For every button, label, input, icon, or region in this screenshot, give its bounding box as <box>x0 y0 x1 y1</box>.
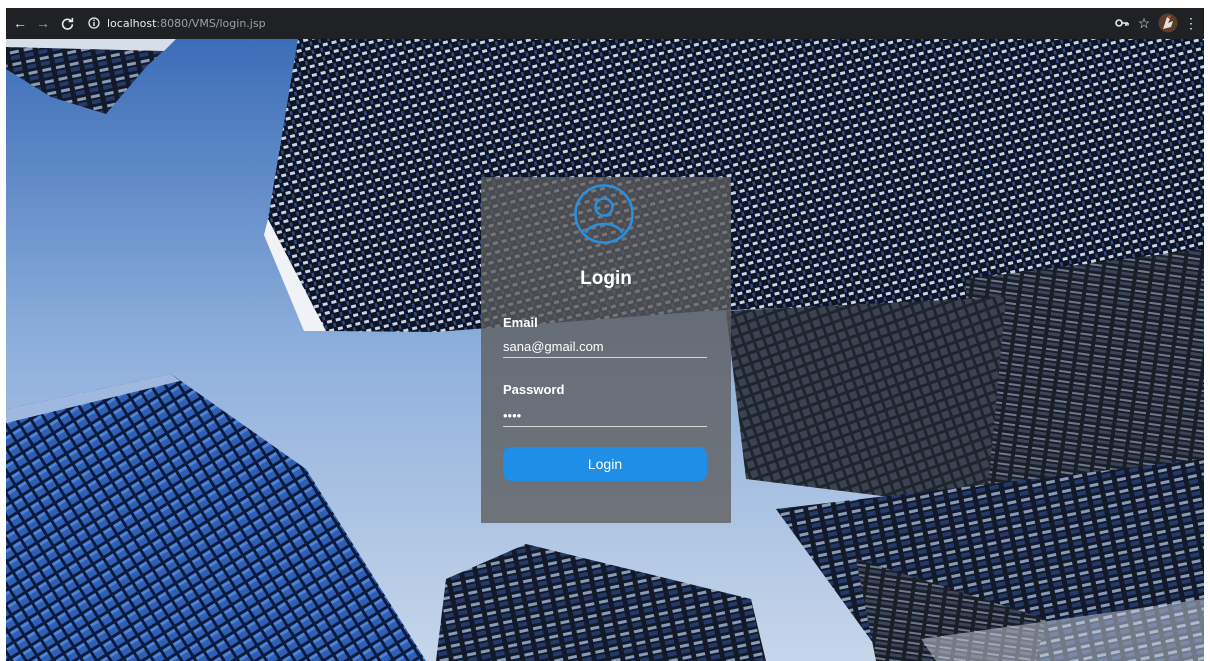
page-viewport: Login Email Password Login <box>6 39 1204 661</box>
kebab-menu-icon[interactable]: ⋮ <box>1181 12 1201 34</box>
password-label: Password <box>503 382 565 397</box>
password-field[interactable] <box>503 405 707 427</box>
browser-toolbar: ← → localhost:8080/VMS/login.jsp ☆ ⋮ <box>6 8 1204 39</box>
email-label: Email <box>503 315 538 330</box>
login-button[interactable]: Login <box>503 447 707 481</box>
browser-window: ← → localhost:8080/VMS/login.jsp ☆ ⋮ Lo… <box>6 8 1204 661</box>
profile-avatar-icon[interactable] <box>1158 12 1178 34</box>
key-icon[interactable] <box>1112 12 1132 34</box>
address-bar[interactable]: localhost:8080/VMS/login.jsp <box>88 12 1088 34</box>
url-host: localhost <box>107 16 157 30</box>
forward-arrow-icon[interactable]: → <box>33 12 53 34</box>
user-circle-icon <box>574 184 634 244</box>
reload-icon[interactable] <box>57 12 77 34</box>
login-card: Login Email Password Login <box>481 177 731 523</box>
login-title: Login <box>580 268 632 289</box>
bookmark-star-icon[interactable]: ☆ <box>1134 12 1154 34</box>
back-arrow-icon[interactable]: ← <box>10 12 30 34</box>
url-path: :8080/VMS/login.jsp <box>156 16 266 30</box>
info-icon[interactable] <box>88 17 100 29</box>
email-field[interactable] <box>503 336 707 358</box>
